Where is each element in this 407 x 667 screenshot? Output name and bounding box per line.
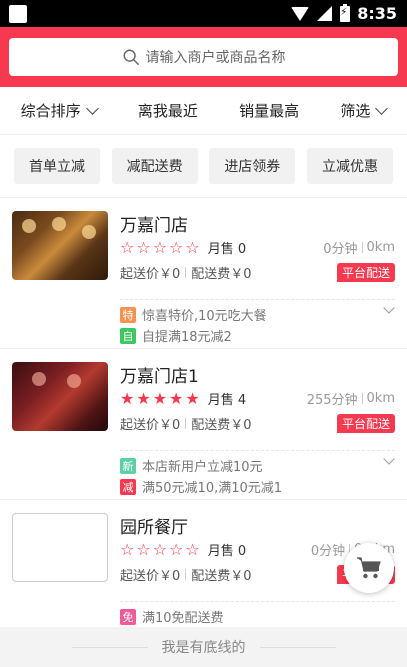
star-empty-icon: ☆ <box>152 539 168 559</box>
star-filled-icon: ★ <box>136 388 151 408</box>
search-input[interactable]: 请输入商户或商品名称 <box>9 38 398 76</box>
delivery-time: 0分钟 <box>310 543 346 559</box>
search-icon <box>123 49 139 65</box>
promo-badge: 减 <box>120 478 136 495</box>
rating-stars: ★ ★ ★ ★ ★ 月售 4 <box>120 389 246 408</box>
delivery-badge: 平台配送 <box>336 262 395 282</box>
star-empty-icon: ☆ <box>136 237 151 257</box>
sort-label: 离我最近 <box>137 102 198 120</box>
star-filled-icon: ★ <box>152 388 168 408</box>
star-empty-icon: ☆ <box>185 539 200 559</box>
shop-thumbnail <box>12 362 108 431</box>
status-bar: 8:35 <box>0 0 407 27</box>
star-empty-icon: ☆ <box>152 237 168 257</box>
rating-stars: ☆ ☆ ☆ ☆ ☆ 月售 0 <box>120 540 246 559</box>
promo-list[interactable]: 特 惊喜特价,10元吃大餐 自 自提满18元减2 <box>120 302 395 346</box>
rating-stars: ☆ ☆ ☆ ☆ ☆ 月售 0 <box>120 238 246 257</box>
chevron-down-icon <box>85 101 99 115</box>
star-empty-icon: ☆ <box>120 237 135 257</box>
shop-item[interactable]: 万嘉门店 ☆ ☆ ☆ ☆ ☆ 月售 0 0分钟 0km 起送价￥0 配送费￥0 平台配送 特… <box>0 198 407 349</box>
shop-name: 园所餐厅 <box>120 518 188 538</box>
search-header: 请输入商户或商品名称 <box>0 27 407 87</box>
sort-label: 筛选 <box>340 102 371 120</box>
star-filled-icon: ★ <box>120 388 135 408</box>
shop-item[interactable]: 万嘉门店1 ★ ★ ★ ★ ★ 月售 4 255分钟 0km 起送价￥0 配送费￥0 平台配… <box>0 349 407 500</box>
shop-thumbnail <box>12 211 108 280</box>
chip-first-order[interactable]: 首单立减 <box>14 148 100 184</box>
chip-delivery-discount[interactable]: 减配送费 <box>111 148 198 184</box>
distance: 0km <box>366 239 395 255</box>
signal-icon <box>317 6 333 21</box>
time-distance: 255分钟 0km <box>307 389 395 408</box>
promo-badge: 特 <box>120 306 136 323</box>
delivery-fee: 配送费￥0 <box>191 266 252 282</box>
distance: 0km <box>366 390 395 406</box>
status-time: 8:35 <box>357 4 397 23</box>
delivery-time: 255分钟 <box>306 392 358 408</box>
promo-item: 减 满50元减10,满10元减1 <box>120 476 395 497</box>
divider <box>120 601 395 602</box>
cart-button[interactable] <box>344 543 394 593</box>
monthly-sales: 月售 0 <box>207 241 247 257</box>
promo-badge: 新 <box>120 457 136 474</box>
star-empty-icon: ☆ <box>136 539 151 559</box>
divider-line <box>71 646 148 648</box>
cart-icon <box>357 557 381 579</box>
star-empty-icon: ☆ <box>169 237 184 257</box>
delivery-fee: 配送费￥0 <box>191 417 252 433</box>
sort-label: 综合排序 <box>20 102 81 120</box>
delivery-badge: 平台配送 <box>336 413 395 433</box>
divider <box>120 299 395 300</box>
shop-name: 万嘉门店 <box>120 216 188 236</box>
promo-list[interactable]: 免 满10免配送费 <box>120 606 395 627</box>
monthly-sales: 月售 0 <box>207 543 247 559</box>
battery-icon <box>340 3 351 22</box>
sort-label: 销量最高 <box>239 102 300 120</box>
promo-item: 新 本店新用户立减10元 <box>120 455 395 476</box>
shop-name: 万嘉门店1 <box>120 367 199 387</box>
sort-filter[interactable]: 筛选 <box>340 100 389 121</box>
star-filled-icon: ★ <box>185 388 200 408</box>
chevron-down-icon <box>375 101 389 115</box>
promo-list[interactable]: 新 本店新用户立减10元 减 满50元减10,满10元减1 <box>120 453 395 497</box>
promo-item: 自 自提满18元减2 <box>120 325 395 346</box>
filter-chips: 首单立减 减配送费 进店领券 立减优惠 <box>0 135 407 198</box>
sort-nearest[interactable]: 离我最近 <box>138 100 198 121</box>
promo-badge: 免 <box>120 608 136 625</box>
sort-top-sales[interactable]: 销量最高 <box>239 100 299 121</box>
promo-badge: 自 <box>120 327 136 344</box>
promo-text: 本店新用户立减10元 <box>142 460 263 475</box>
min-order: 起送价￥0 <box>120 568 181 584</box>
star-empty-icon: ☆ <box>185 237 200 257</box>
divider-line <box>259 646 336 648</box>
notification-icon <box>9 4 27 23</box>
chip-instant-discount[interactable]: 立减优惠 <box>306 148 393 184</box>
promo-item: 特 惊喜特价,10元吃大餐 <box>120 304 395 325</box>
time-distance: 0分钟 0km <box>323 238 395 257</box>
promo-text: 满10免配送费 <box>142 611 224 626</box>
monthly-sales: 月售 4 <box>207 392 247 408</box>
wifi-icon <box>291 6 310 21</box>
min-order: 起送价￥0 <box>120 266 181 282</box>
divider <box>120 450 395 451</box>
chip-store-coupon[interactable]: 进店领券 <box>209 148 296 184</box>
search-placeholder: 请输入商户或商品名称 <box>145 50 286 66</box>
min-order: 起送价￥0 <box>120 417 181 433</box>
footer-text: 我是有底线的 <box>161 640 246 656</box>
promo-item: 免 满10免配送费 <box>120 606 395 627</box>
star-empty-icon: ☆ <box>169 539 184 559</box>
promo-text: 满50元减10,满10元减1 <box>142 481 283 496</box>
delivery-fee: 配送费￥0 <box>191 568 252 584</box>
delivery-time: 0分钟 <box>323 241 358 257</box>
list-end-footer: 我是有底线的 <box>0 627 407 667</box>
star-filled-icon: ★ <box>169 388 184 408</box>
promo-text: 惊喜特价,10元吃大餐 <box>142 309 267 324</box>
star-empty-icon: ☆ <box>120 539 135 559</box>
shop-thumbnail <box>12 513 108 582</box>
sort-comprehensive[interactable]: 综合排序 <box>20 100 99 121</box>
promo-text: 自提满18元减2 <box>142 330 232 345</box>
sort-bar: 综合排序 离我最近 销量最高 筛选 <box>0 87 407 135</box>
